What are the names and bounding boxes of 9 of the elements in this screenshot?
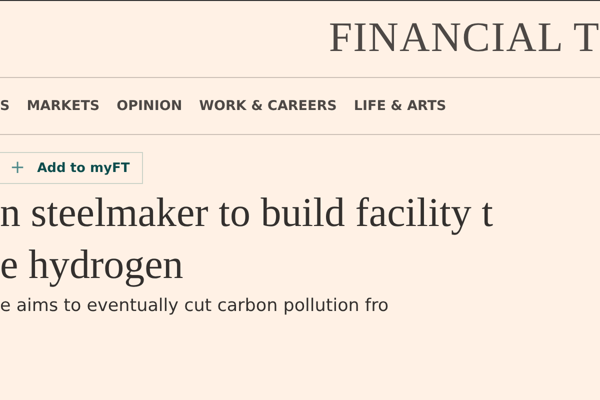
masthead-title[interactable]: FINANCIAL T <box>328 17 600 59</box>
nav-link[interactable]: OPINION <box>116 98 182 114</box>
headline: n steelmaker to build facility t e hydrogen <box>0 188 494 289</box>
standfirst: e aims to eventually cut carbon pollution fro <box>0 296 390 316</box>
nav-link[interactable]: MARKETS <box>26 98 100 114</box>
nav-link[interactable]: LIFE & ARTS <box>354 98 446 114</box>
add-to-myft-button[interactable]: + Add to myFT <box>0 152 143 184</box>
nav-link[interactable]: S <box>0 98 10 114</box>
nav-link[interactable]: WORK & CAREERS <box>199 98 337 114</box>
